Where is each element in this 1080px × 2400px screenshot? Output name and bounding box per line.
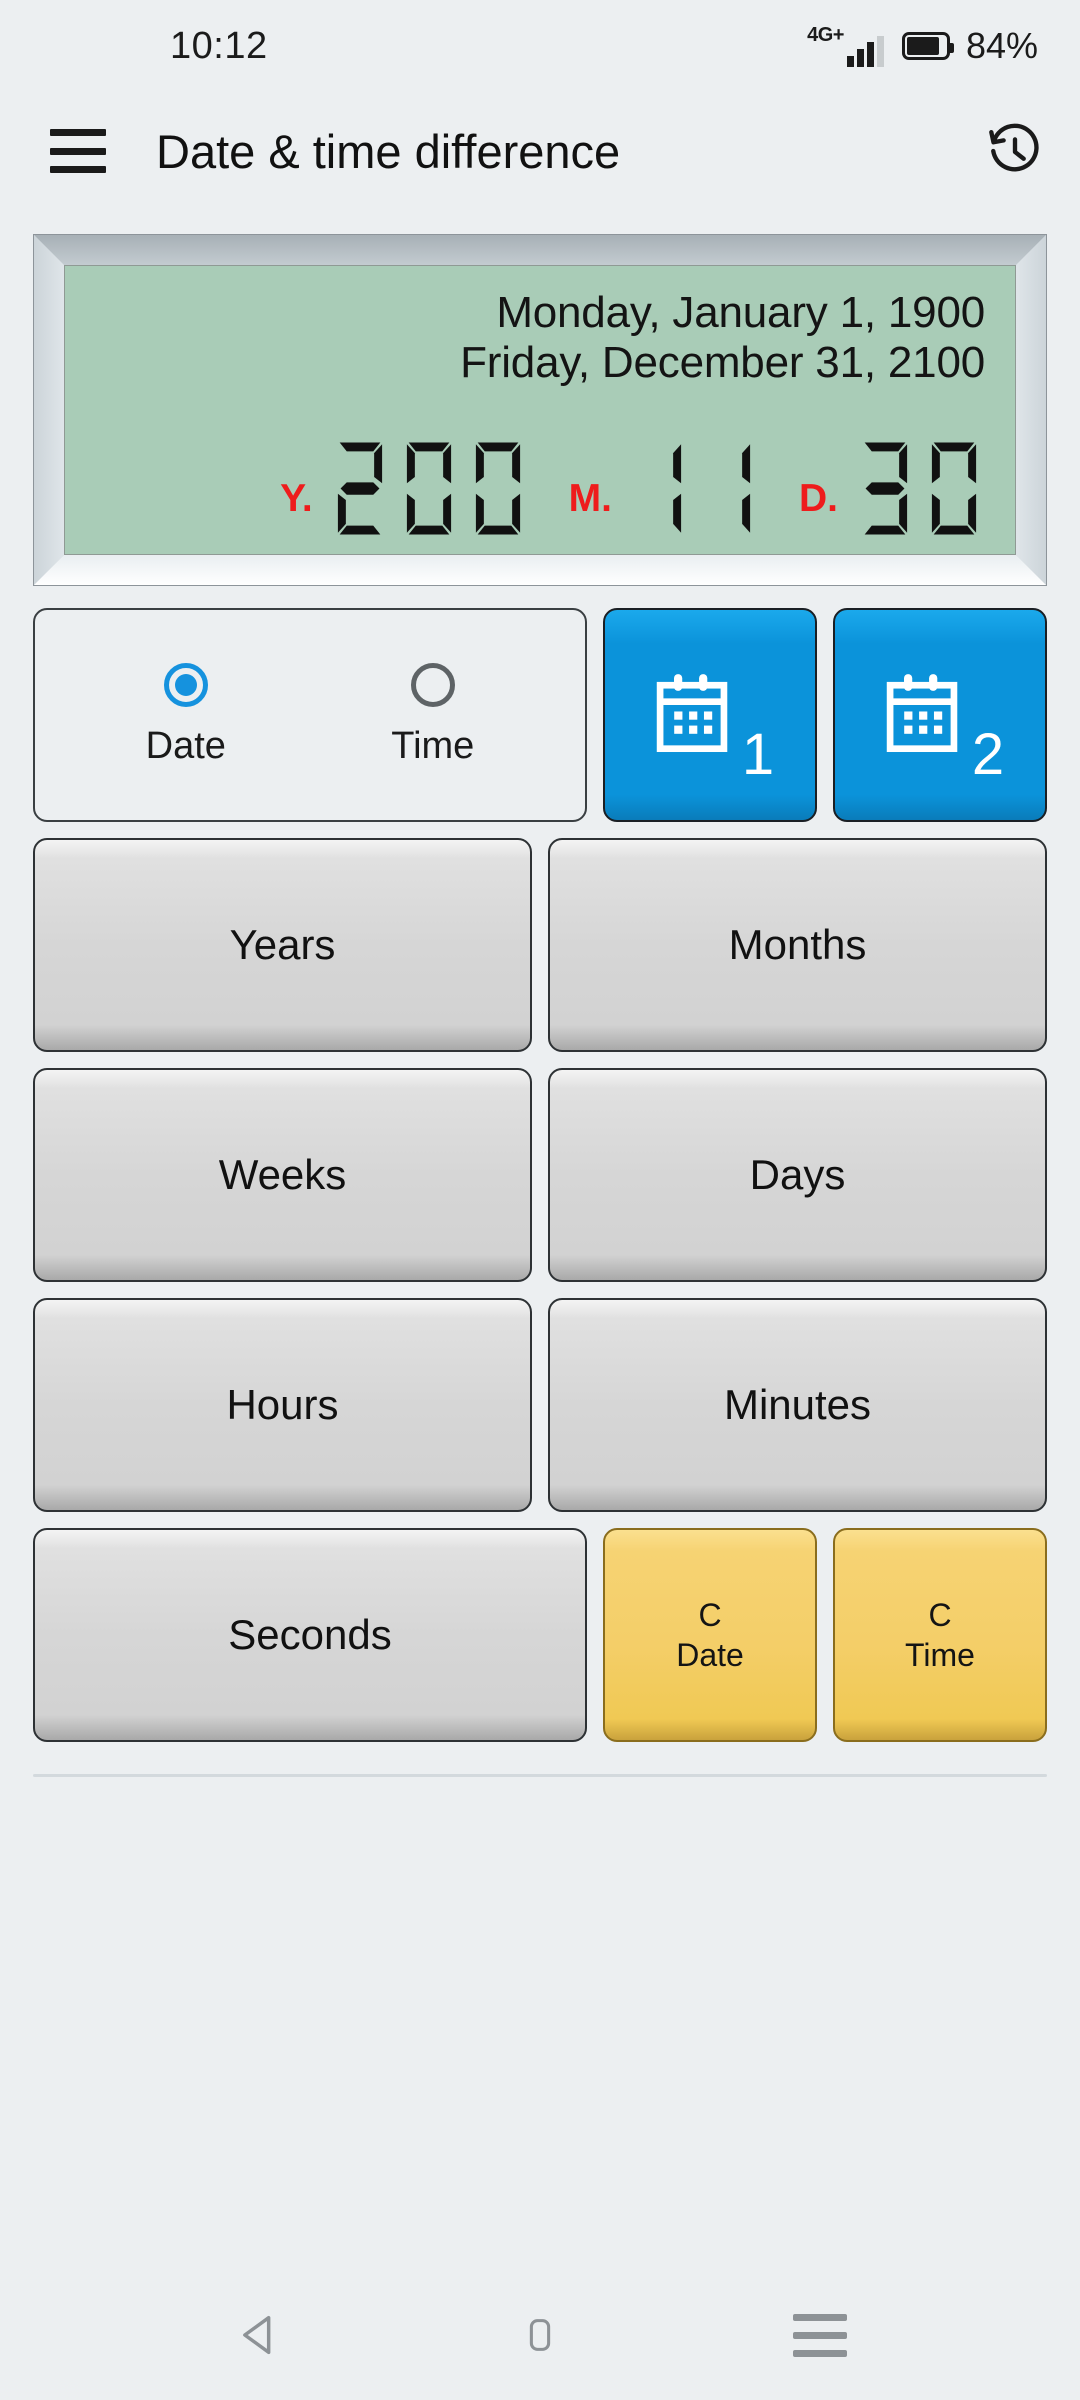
years-value — [329, 439, 529, 538]
app-bar: Date & time difference — [0, 92, 1080, 210]
date-range-readout: Monday, January 1, 1900 Friday, December… — [95, 288, 985, 387]
bezel-left — [34, 235, 64, 585]
battery-icon — [901, 32, 954, 60]
bezel-top — [34, 235, 1046, 265]
unit-row-2: Weeks Days — [33, 1068, 1047, 1282]
section-divider — [33, 1774, 1047, 1777]
seconds-button[interactable]: Seconds — [33, 1528, 587, 1742]
clear-date-line1: C — [698, 1597, 722, 1633]
months-value — [628, 439, 759, 538]
radio-unselected-icon[interactable] — [410, 662, 455, 707]
battery-percent-label: 84% — [965, 25, 1038, 66]
years-unit-label: Y. — [280, 476, 313, 520]
end-date-text: Friday, December 31, 2100 — [460, 337, 985, 387]
status-indicators: 4G+ 84% — [807, 25, 1038, 67]
unit-row-1: Years Months — [33, 838, 1047, 1052]
months-button[interactable]: Months — [548, 838, 1047, 1052]
weeks-button[interactable]: Weeks — [33, 1068, 532, 1282]
clear-time-line1: C — [928, 1597, 952, 1633]
days-button[interactable]: Days — [548, 1068, 1047, 1282]
clear-time-line2: Time — [905, 1637, 975, 1673]
status-clock: 10:12 — [170, 24, 268, 67]
calendar-1-number: 1 — [741, 722, 775, 787]
mode-and-calendar-row: Date Time 1 2 — [33, 608, 1047, 822]
mode-selector[interactable]: Date Time — [33, 608, 587, 822]
clear-date-button[interactable]: C Date — [603, 1528, 817, 1742]
hours-button[interactable]: Hours — [33, 1298, 532, 1512]
recents-lines-icon[interactable] — [775, 2304, 865, 2366]
mode-option-time-label: Time — [391, 724, 475, 767]
segment-readout: Y. M. D. — [95, 439, 985, 546]
radio-selected-icon[interactable] — [163, 662, 208, 707]
signal-bars-glyph — [846, 36, 884, 67]
bezel-right — [1016, 235, 1046, 585]
mode-option-date-label: Date — [145, 724, 226, 767]
days-unit-label: D. — [799, 476, 838, 520]
control-panel: Date Time 1 2 Years Months Weeks Days Ho… — [0, 586, 1080, 1742]
status-bar: 10:12 4G+ 84% — [0, 0, 1080, 92]
back-triangle-icon[interactable] — [215, 2304, 305, 2366]
hamburger-menu-icon[interactable] — [50, 129, 106, 173]
minutes-button[interactable]: Minutes — [548, 1298, 1047, 1512]
system-navigation-bar — [0, 2270, 1080, 2400]
history-clock-icon[interactable] — [986, 122, 1044, 180]
page-title: Date & time difference — [156, 124, 621, 178]
lcd-screen: Monday, January 1, 1900 Friday, December… — [64, 265, 1016, 555]
months-unit-label: M. — [568, 476, 612, 520]
clear-date-line2: Date — [676, 1637, 744, 1673]
signal-bars-icon: 4G+ — [807, 25, 884, 67]
years-button[interactable]: Years — [33, 838, 532, 1052]
mode-option-date[interactable]: Date — [145, 662, 226, 768]
bezel-bottom — [34, 555, 1046, 585]
calendar-2-number: 2 — [971, 722, 1005, 787]
lcd-display-panel: Monday, January 1, 1900 Friday, December… — [33, 234, 1047, 586]
start-date-text: Monday, January 1, 1900 — [496, 288, 985, 337]
recents-lines-glyph — [793, 2313, 847, 2357]
calendar-icon — [876, 668, 970, 762]
calendar-1-button[interactable]: 1 — [603, 608, 817, 822]
calendar-2-button[interactable]: 2 — [833, 608, 1047, 822]
calendar-icon — [646, 668, 740, 762]
network-type-label: 4G+ — [807, 24, 844, 46]
home-square-icon[interactable] — [495, 2304, 585, 2366]
days-value — [854, 439, 985, 538]
clear-time-button[interactable]: C Time — [833, 1528, 1047, 1742]
unit-row-4: Seconds C Date C Time — [33, 1528, 1047, 1742]
mode-option-time[interactable]: Time — [391, 662, 475, 768]
unit-row-3: Hours Minutes — [33, 1298, 1047, 1512]
